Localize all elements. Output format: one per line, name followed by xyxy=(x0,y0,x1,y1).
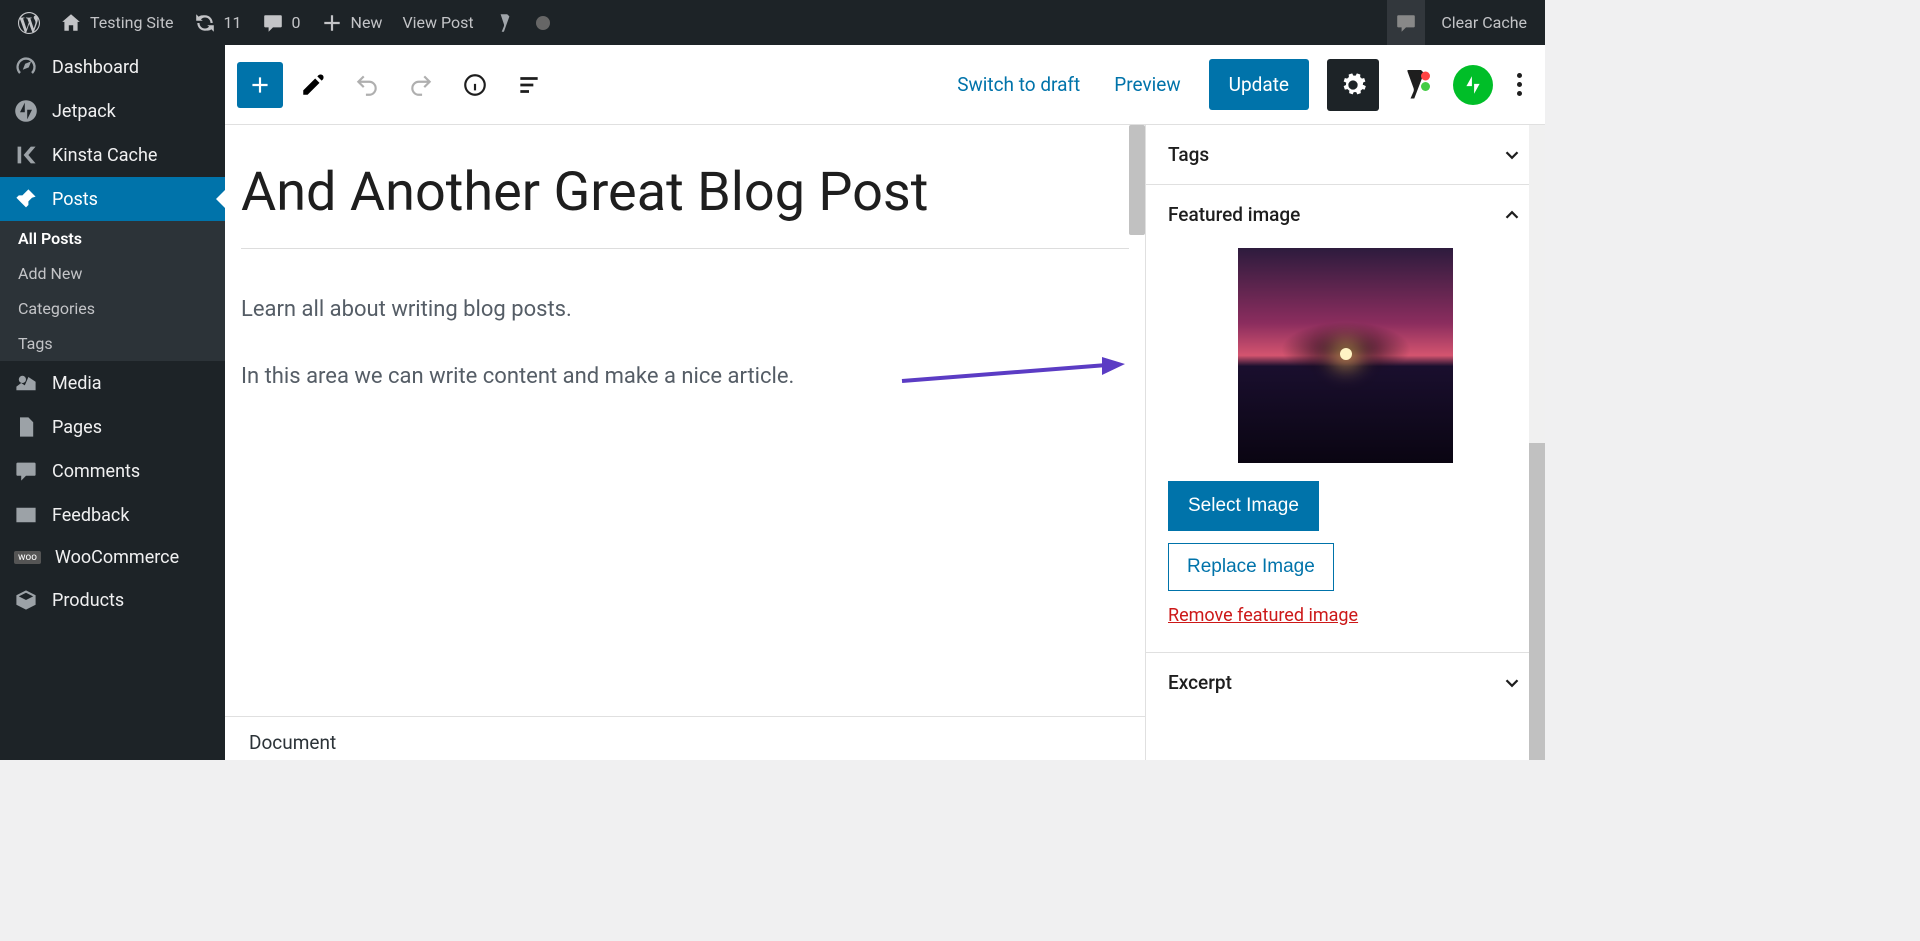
new-content-link[interactable]: New xyxy=(311,0,393,45)
comments-count: 0 xyxy=(292,13,301,32)
info-button[interactable] xyxy=(451,61,499,109)
jetpack-icon xyxy=(14,99,38,123)
update-button[interactable]: Update xyxy=(1209,59,1309,110)
document-tab[interactable]: Document xyxy=(249,731,336,754)
menu-media[interactable]: Media xyxy=(0,361,225,405)
status-dot-item[interactable] xyxy=(526,0,560,45)
comment-icon xyxy=(262,12,284,34)
undo-button[interactable] xyxy=(343,61,391,109)
title-divider xyxy=(241,248,1129,249)
settings-sidebar: Tags Featured image S xyxy=(1145,125,1545,760)
tools-button[interactable] xyxy=(289,61,337,109)
featured-image-panel-toggle[interactable]: Featured image xyxy=(1146,185,1545,244)
cache-comment-icon xyxy=(1395,12,1417,34)
updates-link[interactable]: 11 xyxy=(184,0,252,45)
page-scrollbar-track[interactable] xyxy=(1529,125,1545,760)
new-label: New xyxy=(351,13,383,32)
page-scrollbar-thumb[interactable] xyxy=(1529,443,1545,760)
paragraph-block-1[interactable]: Learn all about writing blog posts. xyxy=(241,297,1129,322)
editor-main: Switch to draft Preview Update xyxy=(225,45,1545,760)
wp-logo-menu[interactable] xyxy=(8,0,50,45)
clear-cache-link[interactable]: Clear Cache xyxy=(1431,0,1537,45)
info-icon xyxy=(462,72,488,98)
post-title-input[interactable]: And Another Great Blog Post xyxy=(241,155,1129,248)
submenu-categories[interactable]: Categories xyxy=(0,291,225,326)
menu-pages[interactable]: Pages xyxy=(0,405,225,449)
menu-comments[interactable]: Comments xyxy=(0,449,225,493)
list-icon xyxy=(516,72,542,98)
yoast-icon xyxy=(494,12,516,34)
submenu-all-posts[interactable]: All Posts xyxy=(0,221,225,256)
jetpack-sidebar-button[interactable] xyxy=(1453,65,1493,105)
home-icon xyxy=(60,12,82,34)
tags-panel-toggle[interactable]: Tags xyxy=(1146,125,1545,184)
chevron-up-icon xyxy=(1501,204,1523,226)
redo-icon xyxy=(408,72,434,98)
canvas-scrollbar[interactable] xyxy=(1129,125,1145,235)
posts-submenu: All Posts Add New Categories Tags xyxy=(0,221,225,361)
menu-products[interactable]: Products xyxy=(0,578,225,622)
editor-canvas[interactable]: And Another Great Blog Post Learn all ab… xyxy=(225,125,1145,760)
yoast-icon xyxy=(1397,67,1433,103)
select-image-button[interactable]: Select Image xyxy=(1168,481,1319,531)
woo-icon: woo xyxy=(14,551,41,564)
clear-cache-icon-item[interactable] xyxy=(1387,0,1425,45)
undo-icon xyxy=(354,72,380,98)
menu-jetpack[interactable]: Jetpack xyxy=(0,89,225,133)
view-post-link[interactable]: View Post xyxy=(392,0,483,45)
pages-icon xyxy=(14,415,38,439)
comments-menu-icon xyxy=(14,459,38,483)
excerpt-panel-toggle[interactable]: Excerpt xyxy=(1146,653,1545,712)
menu-posts[interactable]: Posts xyxy=(0,177,225,221)
pencil-icon xyxy=(300,72,326,98)
dashboard-icon xyxy=(14,55,38,79)
switch-to-draft-link[interactable]: Switch to draft xyxy=(943,73,1094,96)
admin-bar: Testing Site 11 0 New View Post Clear Ca… xyxy=(0,0,1545,45)
outline-button[interactable] xyxy=(505,61,553,109)
plus-icon xyxy=(247,72,273,98)
updates-count: 11 xyxy=(224,13,242,32)
pushpin-icon xyxy=(14,187,38,211)
menu-kinsta[interactable]: Kinsta Cache xyxy=(0,133,225,177)
site-title: Testing Site xyxy=(90,13,174,32)
site-home-link[interactable]: Testing Site xyxy=(50,0,184,45)
featured-image-thumbnail[interactable] xyxy=(1238,248,1453,463)
chevron-down-icon xyxy=(1501,672,1523,694)
plus-icon xyxy=(321,12,343,34)
submenu-add-new[interactable]: Add New xyxy=(0,256,225,291)
wordpress-icon xyxy=(18,12,40,34)
status-dot-icon xyxy=(536,16,550,30)
menu-dashboard[interactable]: Dashboard xyxy=(0,45,225,89)
jetpack-bolt-icon xyxy=(1462,74,1484,96)
editor-toolbar: Switch to draft Preview Update xyxy=(225,45,1545,125)
submenu-tags[interactable]: Tags xyxy=(0,326,225,361)
products-icon xyxy=(14,588,38,612)
replace-image-button[interactable]: Replace Image xyxy=(1168,543,1334,591)
more-options-button[interactable] xyxy=(1505,73,1533,96)
settings-sidebar-button[interactable] xyxy=(1327,59,1379,111)
menu-woocommerce[interactable]: woo WooCommerce xyxy=(0,537,225,578)
update-icon xyxy=(194,12,216,34)
comments-link[interactable]: 0 xyxy=(252,0,311,45)
preview-link[interactable]: Preview xyxy=(1100,73,1194,96)
kinsta-icon xyxy=(14,143,38,167)
media-icon xyxy=(14,371,38,395)
chevron-down-icon xyxy=(1501,144,1523,166)
admin-sidebar: Dashboard Jetpack Kinsta Cache Posts All… xyxy=(0,45,225,760)
yoast-sidebar-button[interactable] xyxy=(1389,59,1441,111)
redo-button[interactable] xyxy=(397,61,445,109)
feedback-icon xyxy=(14,503,38,527)
yoast-adminbar[interactable] xyxy=(484,0,526,45)
menu-feedback[interactable]: Feedback xyxy=(0,493,225,537)
annotation-arrow-icon xyxy=(897,355,1127,395)
add-block-button[interactable] xyxy=(237,62,283,108)
remove-featured-image-link[interactable]: Remove featured image xyxy=(1168,605,1358,626)
gear-icon xyxy=(1339,71,1367,99)
